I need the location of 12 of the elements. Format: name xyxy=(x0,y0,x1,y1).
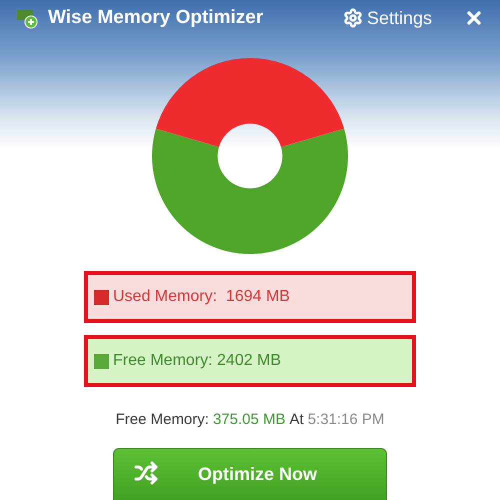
settings-icon xyxy=(342,8,363,28)
app-logo-icon xyxy=(16,7,40,29)
status-text: 375.05 MB xyxy=(212,410,286,430)
optimize-button[interactable]: Optimize Now xyxy=(113,448,387,500)
status-text: At xyxy=(290,410,304,430)
status-text: Free Memory: xyxy=(116,410,209,430)
legend-label: Used Memory: 1694 MB xyxy=(113,287,290,307)
status-text: 5:31:16 PM xyxy=(308,410,384,430)
shuffle-icon xyxy=(134,460,158,484)
legend-label: Free Memory: 2402 MB xyxy=(113,351,282,371)
settings-button[interactable]: Settings xyxy=(342,4,432,32)
window-title: Wise Memory Optimizer xyxy=(48,6,264,30)
